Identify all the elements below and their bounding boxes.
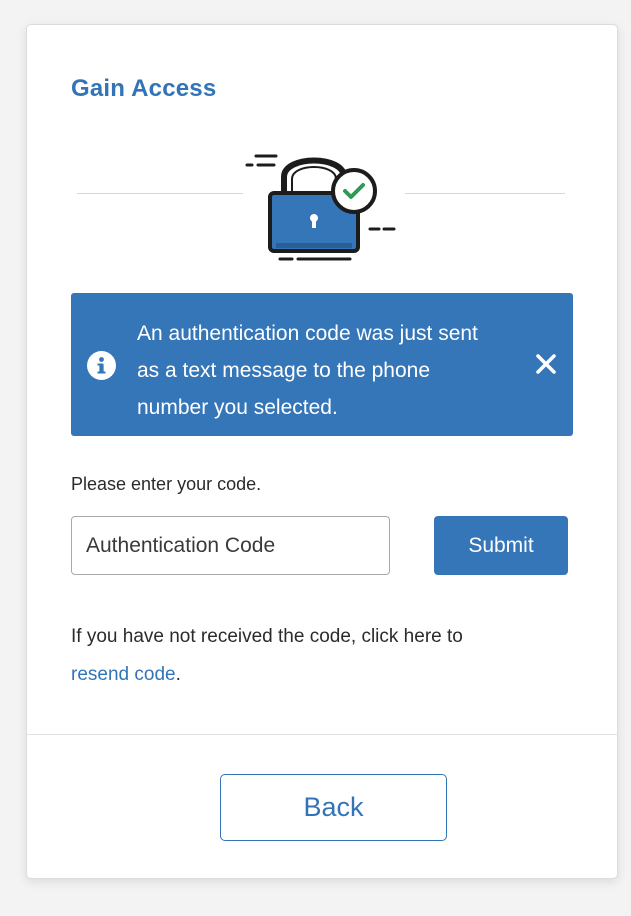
header-divider-left: [77, 193, 243, 194]
alert-message: An authentication code was just sent as …: [137, 322, 478, 419]
header-divider-right: [405, 193, 565, 194]
auth-card: Gain Access An authentication code was j…: [26, 24, 618, 879]
close-icon[interactable]: [533, 351, 559, 377]
info-alert: An authentication code was just sent as …: [71, 293, 573, 436]
page-title: Gain Access: [71, 75, 217, 102]
back-button[interactable]: Back: [220, 774, 447, 841]
code-prompt-label: Please enter your code.: [71, 474, 262, 494]
lock-icon: [242, 143, 402, 269]
resend-code-link[interactable]: resend code: [71, 664, 176, 685]
resend-text: If you have not received the code, click…: [71, 626, 463, 647]
resend-suffix: .: [175, 664, 181, 685]
submit-button[interactable]: Submit: [434, 516, 568, 575]
footer-divider: [27, 734, 617, 735]
info-icon: [87, 351, 116, 380]
authentication-code-input[interactable]: [71, 516, 390, 575]
resend-instructions: If you have not received the code, click…: [71, 618, 551, 694]
